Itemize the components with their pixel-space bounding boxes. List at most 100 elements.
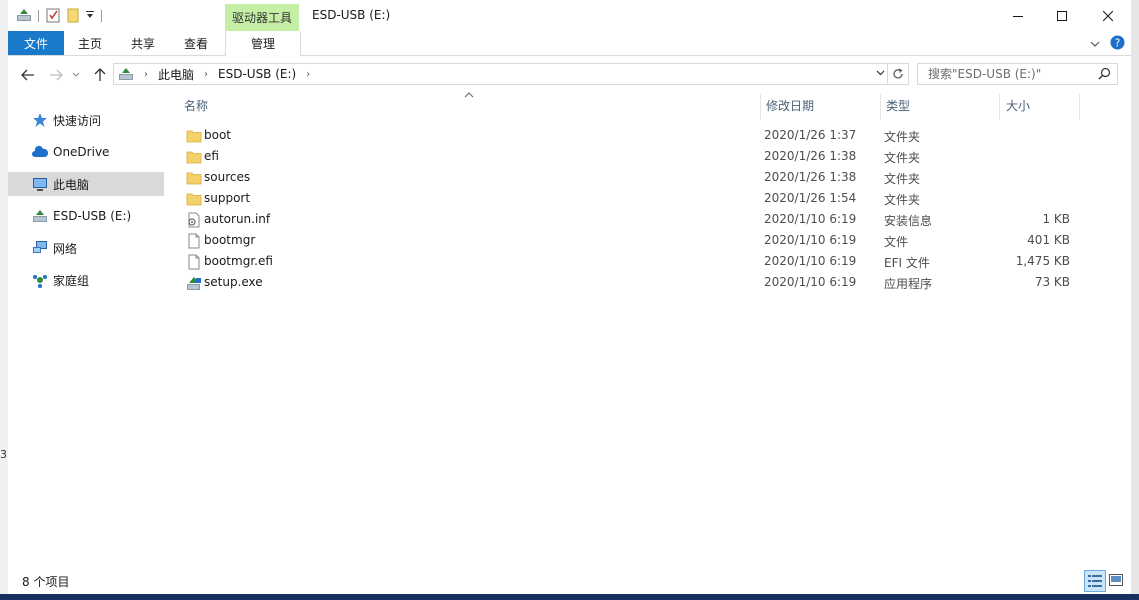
- search-box[interactable]: [917, 63, 1118, 85]
- tab-share[interactable]: 共享: [121, 31, 165, 55]
- table-row[interactable]: bootmgr 2020/1/10 6:19 文件 401 KB: [184, 230, 1074, 251]
- forward-button[interactable]: [46, 65, 66, 85]
- recent-locations-button[interactable]: [70, 65, 82, 85]
- refresh-button[interactable]: [887, 63, 909, 85]
- close-icon: [1103, 10, 1113, 21]
- file-size: 73 KB: [1034, 275, 1070, 289]
- sidebar-item-quick-access[interactable]: 快速访问: [8, 108, 164, 132]
- column-header-date[interactable]: 修改日期: [766, 92, 878, 119]
- file-name: efi: [204, 149, 219, 163]
- table-row[interactable]: efi 2020/1/26 1:38 文件夹: [184, 146, 1074, 167]
- search-input[interactable]: [926, 66, 1098, 82]
- up-button[interactable]: [90, 65, 110, 85]
- folder-icon: [186, 149, 202, 165]
- chevron-down-icon: [876, 70, 884, 76]
- status-bar: 8 个项目: [8, 566, 1131, 594]
- file-date: 2020/1/10 6:19: [764, 233, 857, 247]
- tab-view[interactable]: 查看: [174, 31, 218, 55]
- address-dropdown-button[interactable]: [874, 66, 886, 80]
- drive-tools-context-label: 驱动器工具: [225, 4, 299, 31]
- sidebar-item-homegroup[interactable]: 家庭组: [8, 268, 164, 292]
- desktop-edge-right: [1131, 0, 1139, 600]
- cloud-icon: [32, 144, 49, 160]
- table-row[interactable]: bootmgr.efi 2020/1/10 6:19 EFI 文件 1,475 …: [184, 251, 1074, 272]
- ribbon-right-controls: ?: [1090, 35, 1125, 53]
- table-row[interactable]: setup.exe 2020/1/10 6:19 应用程序 73 KB: [184, 272, 1074, 293]
- tab-file[interactable]: 文件: [8, 31, 64, 55]
- file-type: 应用程序: [884, 277, 933, 291]
- breadcrumb-this-pc[interactable]: 此电脑: [158, 66, 194, 83]
- file-name: autorun.inf: [204, 212, 271, 226]
- network-icon: [32, 240, 48, 256]
- settings-file-icon: [186, 212, 202, 228]
- column-divider[interactable]: [1079, 94, 1080, 120]
- file-type: 文件夹: [884, 172, 921, 186]
- homegroup-icon: [32, 272, 48, 288]
- sidebar-item-label: OneDrive: [53, 145, 110, 159]
- sidebar-item-usb-drive[interactable]: ESD-USB (E:): [8, 204, 164, 228]
- folder-icon: [186, 128, 202, 144]
- file-type: EFI 文件: [884, 256, 930, 270]
- usb-drive-icon: [32, 208, 48, 224]
- maximize-icon: [1057, 10, 1067, 21]
- table-row[interactable]: boot 2020/1/26 1:37 文件夹: [184, 125, 1074, 146]
- help-icon[interactable]: ?: [1110, 35, 1125, 53]
- new-folder-icon[interactable]: [65, 7, 81, 26]
- forward-arrow-icon: [50, 69, 63, 81]
- file-date: 2020/1/26 1:38: [764, 149, 857, 163]
- properties-icon[interactable]: [45, 7, 61, 26]
- desktop-edge: [0, 0, 8, 594]
- details-view-button[interactable]: [1084, 570, 1106, 592]
- expand-ribbon-icon[interactable]: [1090, 37, 1100, 51]
- drive-location-icon: [118, 66, 134, 82]
- sidebar-item-this-pc[interactable]: 此电脑: [8, 172, 164, 196]
- table-row[interactable]: autorun.inf 2020/1/10 6:19 安装信息 1 KB: [184, 209, 1074, 230]
- edge-text: 3: [0, 448, 7, 461]
- tab-home[interactable]: 主页: [68, 31, 112, 55]
- back-button[interactable]: [18, 65, 38, 85]
- window-title: ESD-USB (E:): [312, 8, 391, 22]
- setup-exe-icon: [186, 275, 202, 291]
- table-row[interactable]: sources 2020/1/26 1:38 文件夹: [184, 167, 1074, 188]
- breadcrumb-separator-icon[interactable]: ›: [144, 69, 148, 80]
- file-date: 2020/1/26 1:54: [764, 191, 857, 205]
- sidebar-item-label: 此电脑: [53, 177, 90, 192]
- folder-icon: [186, 191, 202, 207]
- breadcrumb-separator-icon[interactable]: ›: [204, 69, 208, 80]
- large-icons-view-icon: [1109, 574, 1123, 586]
- large-icons-view-button[interactable]: [1106, 570, 1126, 590]
- sidebar-item-network[interactable]: 网络: [8, 236, 164, 260]
- toolbar-separator: [38, 10, 39, 22]
- column-header-name[interactable]: 名称: [184, 92, 764, 119]
- tab-manage[interactable]: 管理: [225, 31, 301, 56]
- column-divider[interactable]: [999, 94, 1000, 120]
- file-name: boot: [204, 128, 232, 142]
- qat-customize-icon[interactable]: [85, 9, 95, 23]
- column-divider[interactable]: [880, 94, 881, 120]
- search-icon[interactable]: [1098, 67, 1111, 83]
- breadcrumb-drive[interactable]: ESD-USB (E:): [218, 67, 296, 81]
- file-date: 2020/1/26 1:37: [764, 128, 857, 142]
- column-header-type[interactable]: 类型: [886, 92, 998, 119]
- close-button[interactable]: [1085, 0, 1131, 31]
- file-name: support: [204, 191, 251, 205]
- column-header-size[interactable]: 大小: [1006, 92, 1078, 119]
- file-name: sources: [204, 170, 251, 184]
- table-row[interactable]: support 2020/1/26 1:54 文件夹: [184, 188, 1074, 209]
- file-type: 文件夹: [884, 151, 921, 165]
- star-icon: [32, 112, 48, 128]
- sidebar-item-label: 家庭组: [53, 273, 90, 288]
- maximize-button[interactable]: [1039, 0, 1085, 31]
- sidebar-item-onedrive[interactable]: OneDrive: [8, 140, 164, 164]
- title-bar: 驱动器工具 ESD-USB (E:): [8, 0, 1131, 31]
- column-divider[interactable]: [760, 94, 761, 120]
- navigation-bar: › 此电脑 › ESD-USB (E:) ›: [8, 60, 1131, 90]
- file-size: 401 KB: [1027, 233, 1070, 247]
- sidebar-item-label: 网络: [53, 241, 78, 256]
- minimize-button[interactable]: [995, 0, 1041, 31]
- file-name: bootmgr: [204, 233, 256, 247]
- address-bar[interactable]: › 此电脑 › ESD-USB (E:) ›: [113, 63, 888, 85]
- file-date: 2020/1/10 6:19: [764, 254, 857, 268]
- file-size: 1 KB: [1042, 212, 1070, 226]
- breadcrumb-separator-icon[interactable]: ›: [306, 69, 310, 80]
